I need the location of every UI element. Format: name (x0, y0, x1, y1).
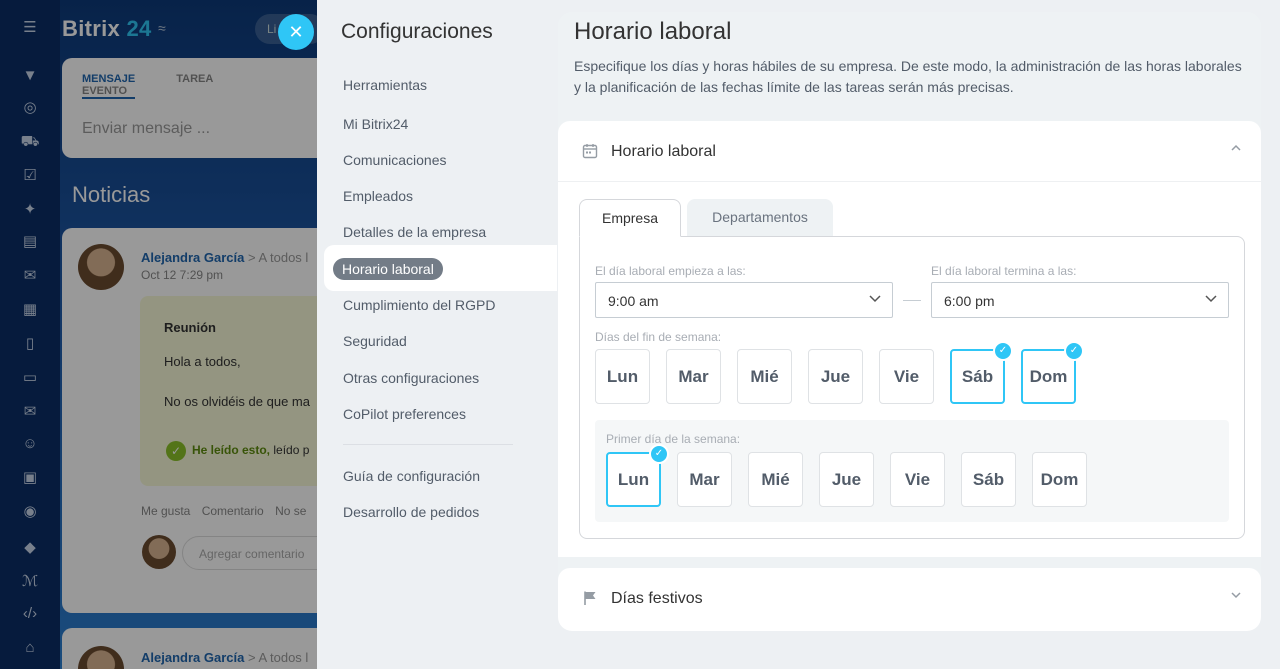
nav-item-label: Horario laboral (333, 258, 443, 280)
work-schedule-section: Horario laboral Empresa Departamentos El… (558, 121, 1261, 557)
panel-header: Horario laboral Especifique los días y h… (558, 12, 1261, 122)
section-title: Horario laboral (611, 143, 716, 160)
day-label: Lun (617, 470, 650, 489)
chevron-down-icon (1205, 295, 1217, 303)
weekend-day-vie[interactable]: Vie (879, 349, 934, 404)
tab-departamentos[interactable]: Departamentos (687, 199, 833, 237)
nav-item-horario-laboral[interactable]: Horario laboral (324, 245, 557, 291)
first-day-jue[interactable]: Jue (819, 452, 874, 507)
nav-item-comunicaciones[interactable]: Comunicaciones (343, 152, 447, 168)
time-range-separator (903, 300, 921, 301)
first-day-mie[interactable]: Mié (748, 452, 803, 507)
nav-item-herramientas[interactable]: Herramientas (343, 77, 427, 93)
settings-title: Configuraciones (341, 20, 493, 43)
section-header[interactable]: Días festivos (558, 568, 1261, 629)
check-icon: ✓ (993, 341, 1013, 361)
weekend-day-jue[interactable]: Jue (808, 349, 863, 404)
page-description: Especifique los días y horas hábiles de … (574, 58, 1242, 95)
first-day-dom[interactable]: Dom (1032, 452, 1087, 507)
close-icon: ✕ (288, 22, 304, 42)
nav-item-otras-configuraciones[interactable]: Otras configuraciones (343, 370, 479, 386)
settings-slider: Configuraciones Herramientas Mi Bitrix24… (317, 0, 1280, 669)
nav-item-mi-bitrix24[interactable]: Mi Bitrix24 (343, 116, 408, 132)
weekend-day-dom[interactable]: Dom ✓ (1021, 341, 1084, 404)
nav-item-detalles-empresa[interactable]: Detalles de la empresa (343, 224, 486, 240)
day-label: Dom (1029, 367, 1068, 386)
flag-icon (584, 591, 596, 605)
first-day-sab[interactable]: Sáb (961, 452, 1016, 507)
start-time-value: 9:00 am (608, 293, 659, 309)
weekend-day-lun[interactable]: Lun (595, 349, 650, 404)
nav-divider (343, 444, 513, 445)
tab-empresa[interactable]: Empresa (579, 199, 681, 237)
start-time-select[interactable]: 9:00 am (595, 282, 893, 318)
nav-item-empleados[interactable]: Empleados (343, 188, 413, 204)
chevron-down-icon[interactable] (1229, 588, 1243, 602)
tab-content: El día laboral empieza a las: 9:00 am El… (579, 236, 1245, 539)
day-label: Sáb (961, 367, 994, 386)
chevron-up-icon[interactable] (1229, 141, 1243, 155)
nav-item-copilot-preferences[interactable]: CoPilot preferences (343, 406, 466, 422)
weekend-day-sab[interactable]: Sáb ✓ (950, 341, 1013, 404)
chevron-down-icon (869, 295, 881, 303)
nav-item-guia-configuracion[interactable]: Guía de configuración (343, 468, 480, 484)
first-day-mar[interactable]: Mar (677, 452, 732, 507)
first-day-group: Primer día de la semana: Lun ✓ Mar Mié J… (595, 420, 1229, 522)
nav-item-desarrollo-pedidos[interactable]: Desarrollo de pedidos (343, 504, 479, 520)
section-header[interactable]: Horario laboral (558, 121, 1261, 182)
section-title: Días festivos (611, 590, 703, 607)
first-day-label: Primer día de la semana: (606, 432, 741, 446)
weekend-day-mie[interactable]: Mié (737, 349, 792, 404)
first-day-vie[interactable]: Vie (890, 452, 945, 507)
close-slider-button[interactable]: ✕ (278, 14, 314, 50)
nav-item-rgpd[interactable]: Cumplimiento del RGPD (343, 297, 496, 313)
page-title: Horario laboral (574, 18, 732, 45)
check-icon: ✓ (649, 444, 669, 464)
holidays-section: Días festivos (558, 568, 1261, 631)
weekend-label: Días del fin de semana: (595, 330, 722, 344)
end-time-value: 6:00 pm (944, 293, 995, 309)
first-day-lun[interactable]: Lun ✓ (606, 444, 669, 507)
end-time-label: El día laboral termina a las: (931, 264, 1077, 278)
nav-item-seguridad[interactable]: Seguridad (343, 333, 407, 349)
end-time-select[interactable]: 6:00 pm (931, 282, 1229, 318)
start-time-label: El día laboral empieza a las: (595, 264, 746, 278)
check-icon: ✓ (1064, 341, 1084, 361)
calendar-icon (582, 144, 598, 159)
settings-panel: Horario laboral Especifique los días y h… (558, 12, 1261, 631)
weekend-day-mar[interactable]: Mar (666, 349, 721, 404)
